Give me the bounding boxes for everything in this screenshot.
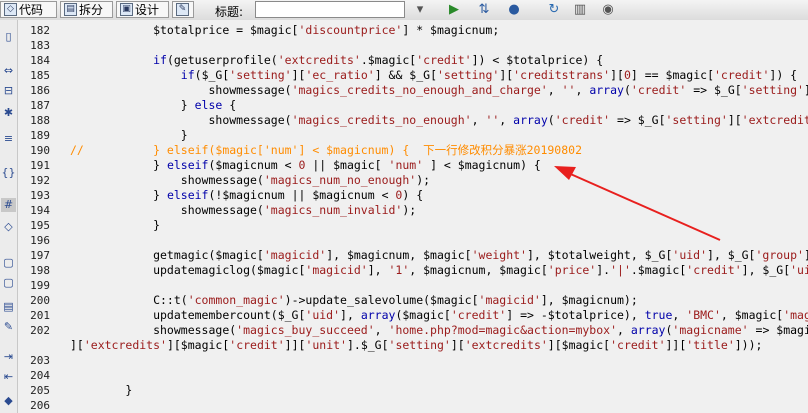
annotation-arrow bbox=[554, 166, 721, 241]
